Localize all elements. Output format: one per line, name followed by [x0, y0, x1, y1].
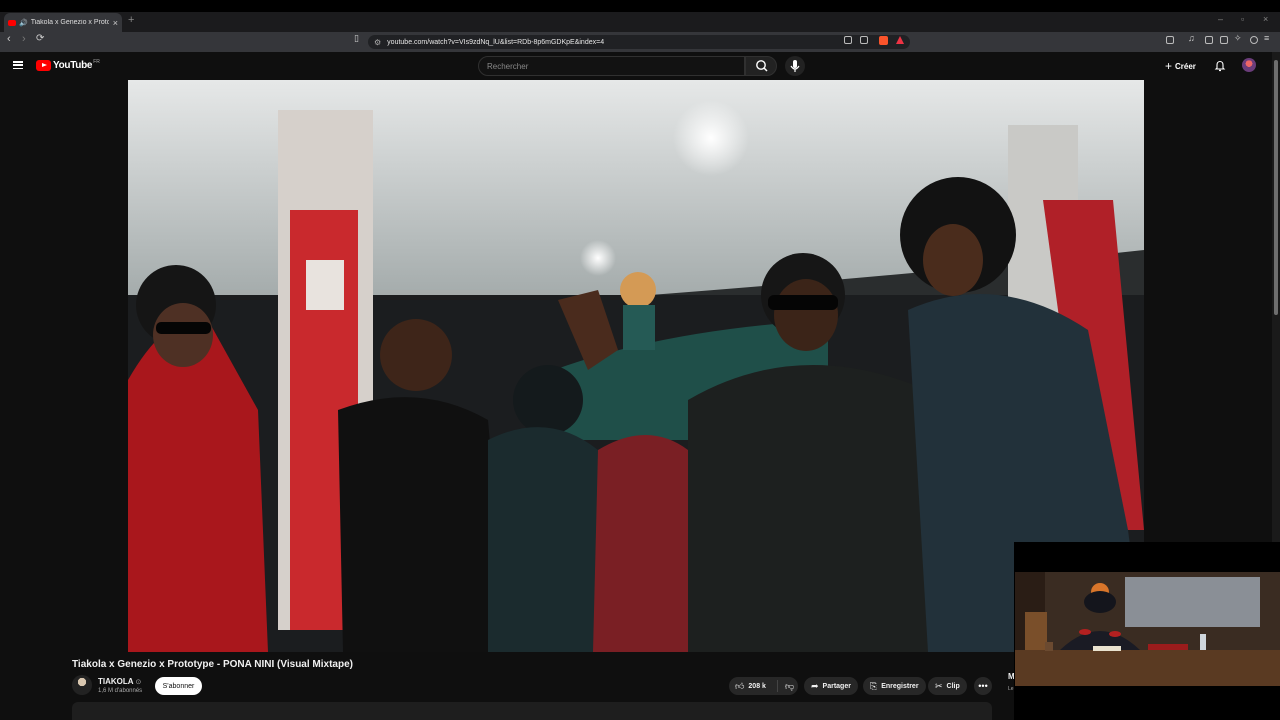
back-arrow-icon[interactable]: ‹: [7, 33, 11, 45]
cast-icon[interactable]: [844, 36, 852, 44]
search-button[interactable]: [745, 56, 777, 76]
restore-icon[interactable]: ▫: [1241, 14, 1244, 24]
webcam-scene: [1015, 572, 1280, 686]
reading-list-icon[interactable]: [1205, 36, 1213, 44]
clip-button[interactable]: ✂ Clip: [928, 677, 967, 695]
channel-name-text: TIAKOLA: [98, 677, 134, 686]
hamburger-icon[interactable]: [13, 61, 23, 69]
close-window-icon[interactable]: ×: [1263, 14, 1268, 24]
new-tab-button[interactable]: +: [128, 14, 134, 26]
thumbs-down-icon: 👎︎: [785, 680, 795, 691]
subscriber-count: 1,6 M d'abonnés: [98, 688, 143, 694]
tab-title: Tiakola x Genezio x Prototype: [30, 19, 109, 26]
microphone-icon: [790, 60, 800, 72]
music-icon[interactable]: ♫: [1188, 33, 1195, 43]
user-avatar[interactable]: [1242, 58, 1256, 72]
minimize-icon[interactable]: –: [1218, 14, 1223, 24]
like-button[interactable]: 👍︎ 208 k: [729, 680, 778, 692]
save-label: Enregistrer: [881, 682, 919, 690]
wallet-icon[interactable]: [1220, 36, 1228, 44]
video-frame: [128, 80, 1144, 652]
share-arrow-icon: ➦: [811, 680, 819, 691]
sidebar-toggle-icon[interactable]: [1166, 36, 1174, 44]
address-bar[interactable]: ⚙ youtube.com/watch?v=VIs9zdNq_lU&list=R…: [368, 35, 910, 49]
site-info-icon[interactable]: ⚙: [374, 38, 381, 47]
browser-menu-icon[interactable]: ≡: [1264, 33, 1269, 43]
create-label: Créer: [1175, 61, 1196, 71]
like-dislike-group: 👍︎ 208 k 👎︎: [729, 677, 798, 695]
youtube-favicon-icon: [8, 19, 16, 26]
share-label: Partager: [822, 682, 851, 690]
dislike-button[interactable]: 👎︎: [778, 681, 794, 692]
forward-arrow-icon[interactable]: ›: [22, 33, 26, 45]
verified-icon: ⊙: [135, 679, 142, 686]
url-text: youtube.com/watch?v=VIs9zdNq_lU&list=RDb…: [387, 38, 605, 46]
window-top-strip: [0, 0, 1280, 12]
webcam-overlay: [1015, 572, 1280, 686]
next-video-sub: Le: [1008, 686, 1014, 692]
vpn-icon[interactable]: [1250, 36, 1258, 44]
close-tab-icon[interactable]: ×: [113, 18, 118, 28]
brave-rewards-icon[interactable]: [896, 36, 904, 44]
thumbs-up-icon: 👍︎: [735, 680, 745, 691]
youtube-play-icon: [36, 60, 51, 71]
browser-tab-active[interactable]: 🔊 Tiakola x Genezio x Prototype ×: [4, 13, 122, 32]
scrollbar-thumb[interactable]: [1274, 60, 1278, 315]
like-count: 208 k: [748, 682, 766, 690]
extensions-icon[interactable]: ✧: [1234, 33, 1242, 44]
region-code: FR: [93, 58, 100, 65]
share-page-icon[interactable]: [860, 36, 868, 44]
channel-avatar[interactable]: [72, 675, 92, 695]
video-title: Tiakola x Genezio x Prototype - PONA NIN…: [72, 659, 353, 670]
brave-shields-icon[interactable]: [879, 36, 888, 45]
bookmark-page-icon[interactable]: ▯: [354, 33, 359, 44]
video-player[interactable]: [128, 80, 1144, 652]
search-placeholder: Rechercher: [487, 61, 529, 71]
scissors-icon: ✂: [935, 680, 943, 691]
search-input[interactable]: Rechercher: [478, 56, 745, 76]
search-icon: [756, 60, 768, 72]
voice-search-button[interactable]: [785, 56, 805, 76]
subscribe-button[interactable]: S'abonner: [155, 677, 202, 695]
clip-label: Clip: [946, 682, 960, 690]
youtube-logo[interactable]: YouTube FR: [36, 58, 100, 71]
bell-icon[interactable]: [1214, 60, 1226, 72]
save-button[interactable]: ⎘ Enregistrer: [863, 677, 926, 695]
speaker-icon[interactable]: 🔊: [19, 19, 28, 27]
reload-icon[interactable]: ⟳: [36, 33, 44, 44]
create-button[interactable]: + Créer: [1165, 59, 1196, 73]
share-button[interactable]: ➦ Partager: [804, 677, 858, 695]
description-box[interactable]: [72, 702, 992, 720]
bookmark-icon: ⎘: [870, 680, 878, 691]
channel-name[interactable]: TIAKOLA ⊙: [98, 677, 141, 686]
plus-icon: +: [1165, 59, 1173, 73]
logo-text: YouTube: [53, 60, 93, 71]
more-actions-button[interactable]: •••: [974, 677, 992, 695]
tab-bar: 🔊 Tiakola x Genezio x Prototype ×: [0, 12, 1280, 32]
